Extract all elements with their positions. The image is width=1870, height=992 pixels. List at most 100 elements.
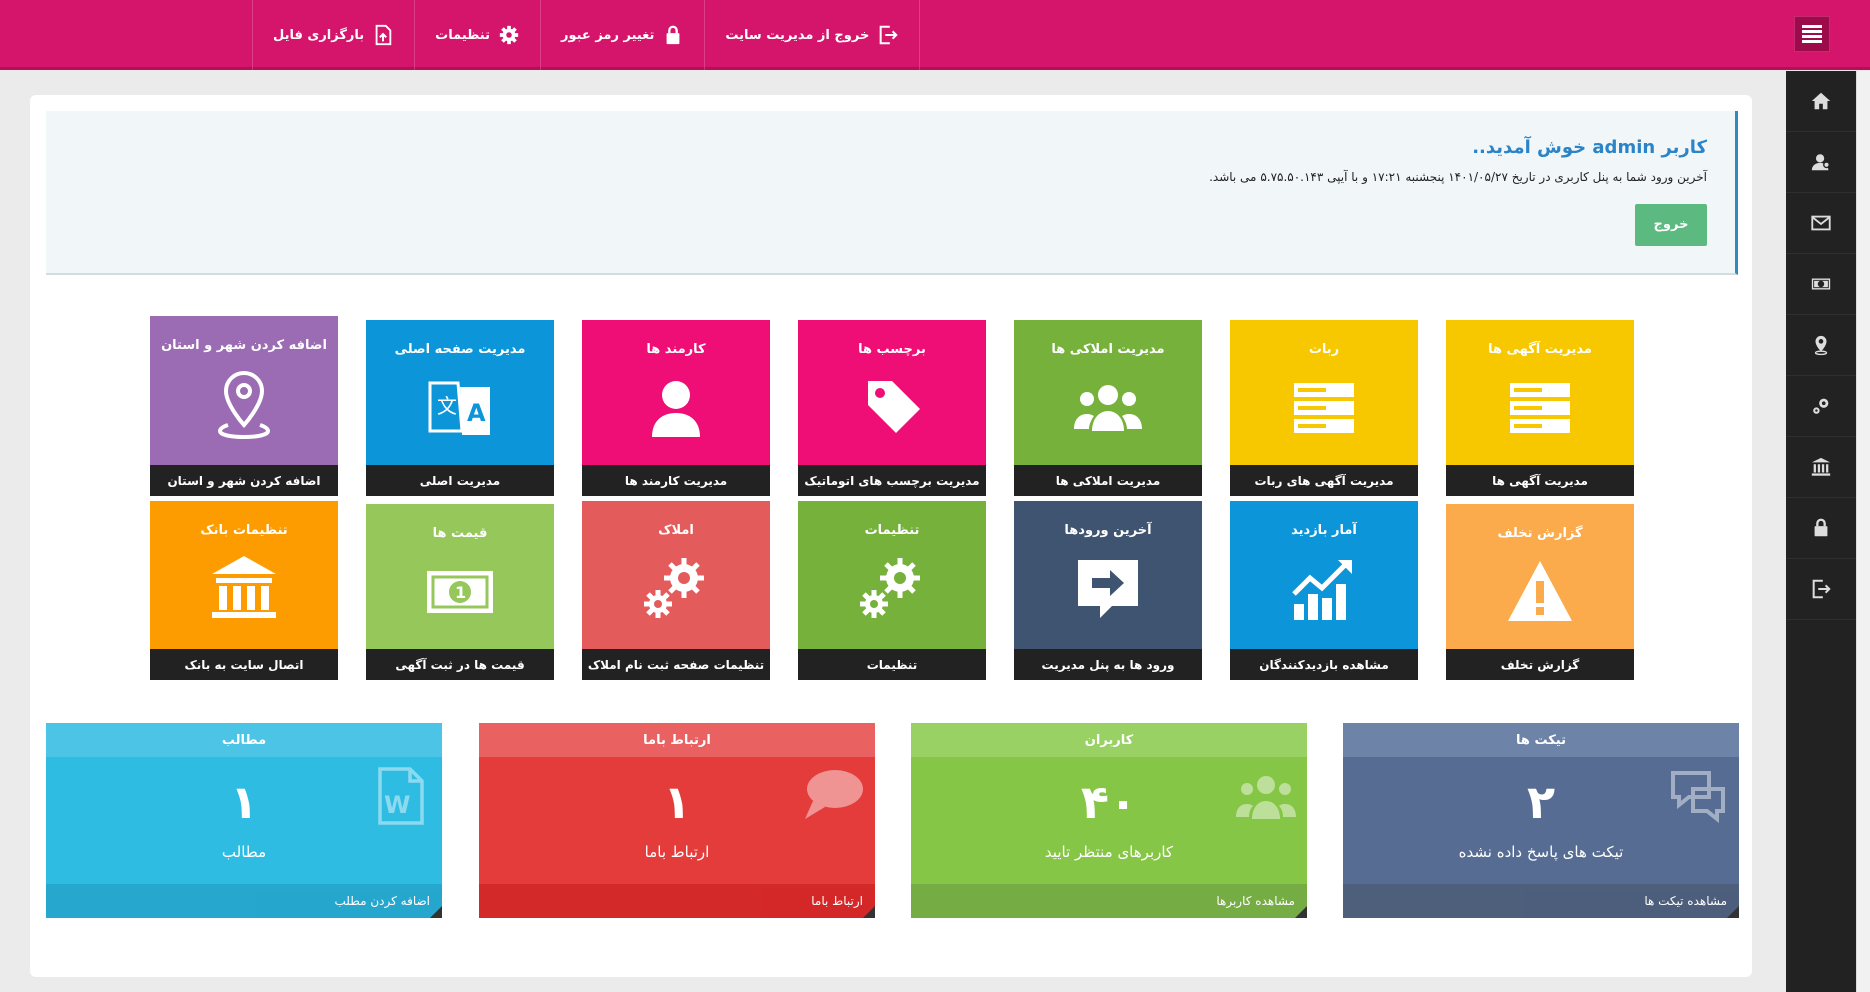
svg-text:1: 1	[455, 583, 466, 602]
tile-visit-stats[interactable]: آمار بازدید مشاهده بازدیدکنندگان	[1230, 501, 1418, 680]
envelope-icon	[1811, 215, 1831, 231]
stat-label: کاربرهای منتظر تایید	[1044, 843, 1174, 861]
sidebar-item-users[interactable]	[1786, 132, 1856, 193]
tile-bank-settings[interactable]: تنظیمات بانک اتصال سایت به بانک	[150, 501, 338, 680]
tile-footer: مدیریت املاکی ها	[1014, 465, 1202, 496]
map-pin-icon	[217, 370, 271, 439]
tile-top: مدیریت املاکی ها	[1014, 320, 1202, 465]
nav-settings[interactable]: تنظیمات	[415, 0, 541, 70]
tile-homepage[interactable]: مدیریت صفحه اصلی 文A مدیریت اصلی	[366, 320, 554, 496]
tile-title: تنظیمات بانک	[200, 523, 288, 538]
users-group-icon	[1074, 385, 1142, 431]
tile-agencies[interactable]: مدیریت املاکی ها مدیریت املاکی ها	[1014, 320, 1202, 496]
tag-icon	[868, 381, 920, 433]
stat-body: ۲ تیکت های پاسخ داده نشده	[1343, 757, 1739, 884]
stat-body: ۱ ارتباط باما	[479, 757, 875, 884]
tile-top: تنظیمات	[798, 501, 986, 649]
sidebar-item-home[interactable]	[1786, 71, 1856, 132]
welcome-title: کاربر admin خوش آمدید..	[1472, 137, 1707, 158]
home-icon	[1811, 92, 1831, 110]
sidebar-item-messages[interactable]	[1786, 193, 1856, 254]
tile-top: مدیریت آگهی ها	[1446, 320, 1634, 465]
stat-number: ۲	[1526, 775, 1556, 829]
tile-title: مدیریت آگهی ها	[1488, 342, 1592, 357]
welcome-box: کاربر admin خوش آمدید.. آخرین ورود شما ب…	[46, 111, 1738, 275]
sidebar-item-password[interactable]	[1786, 498, 1856, 559]
sidebar-item-bank[interactable]	[1786, 437, 1856, 498]
nav-upload-file-label: بارگزاری فایل	[273, 27, 365, 43]
tile-violation-report[interactable]: گزارش تخلف گزارش تخلف	[1446, 504, 1634, 680]
tile-top: مدیریت صفحه اصلی 文A	[366, 320, 554, 465]
stat-header: تیکت ها	[1343, 723, 1739, 757]
nav-logout-site-label: خروج از مدیریت سایت	[725, 27, 870, 43]
stat-box-tickets[interactable]: تیکت ها ۲ تیکت های پاسخ داده نشده مشاهده…	[1343, 723, 1739, 918]
stat-number: ۱	[662, 775, 692, 829]
stat-footer-link[interactable]: مشاهده کاربرها	[911, 884, 1307, 918]
menu-toggle-button[interactable]	[1794, 16, 1830, 52]
list-icon	[1294, 383, 1354, 433]
nav-change-password[interactable]: تغییر رمز عبور	[541, 0, 706, 70]
tile-footer: مدیریت آگهی های ربات	[1230, 465, 1418, 496]
list-icon	[1510, 383, 1570, 433]
tile-footer: اتصال سایت به بانک	[150, 649, 338, 680]
page-scrollbar[interactable]	[1856, 71, 1870, 992]
money-bill-icon: 1	[427, 571, 493, 613]
tile-footer: مدیریت اصلی	[366, 465, 554, 496]
stat-box-users[interactable]: کاربران ۴۰ کاربرهای منتظر تایید مشاهده ک…	[911, 723, 1307, 918]
sign-out-icon	[879, 25, 898, 45]
map-marker-icon	[1814, 335, 1828, 356]
tile-footer: قیمت ها در ثبت آگهی	[366, 649, 554, 680]
tile-top: کارمند ها	[582, 320, 770, 465]
logout-button[interactable]: خروج	[1635, 204, 1707, 246]
tile-footer: تنظیمات	[798, 649, 986, 680]
tile-add-city[interactable]: اضافه کردن شهر و استان اضافه کردن شهر و …	[150, 316, 338, 496]
arrow-chat-icon	[1078, 560, 1138, 618]
tile-footer: مدیریت آگهی ها	[1446, 465, 1634, 496]
sidebar-item-payments[interactable]	[1786, 254, 1856, 315]
tile-robot[interactable]: ربات مدیریت آگهی های ربات	[1230, 320, 1418, 496]
stat-box-articles[interactable]: مطالب ۱ مطالب W اضافه کردن مطلب	[46, 723, 442, 918]
stat-corner	[1727, 906, 1739, 918]
stat-header: مطالب	[46, 723, 442, 757]
tile-employees[interactable]: کارمند ها مدیریت کارمند ها	[582, 320, 770, 496]
tile-footer: تنظیمات صفحه ثبت نام املاک	[582, 649, 770, 680]
nav-upload-file[interactable]: بارگزاری فایل	[252, 0, 416, 70]
tile-top: اضافه کردن شهر و استان	[150, 316, 338, 465]
tile-top: برچسب ها	[798, 320, 986, 465]
stat-number: ۱	[229, 775, 259, 829]
gears-icon	[644, 558, 704, 618]
sidebar-item-logout[interactable]	[1786, 559, 1856, 620]
translate-icon: 文A	[428, 381, 490, 435]
money-icon	[1811, 278, 1831, 290]
stat-label: ارتباط باما	[644, 843, 710, 861]
tile-tags[interactable]: برچسب ها مدیریت برچسب های اتوماتیک	[798, 320, 986, 496]
tile-last-logins[interactable]: آخرین ورودها ورود ها به پنل مدیریت	[1014, 501, 1202, 680]
stat-footer-link[interactable]: ارتباط باما	[479, 884, 875, 918]
stat-corner	[1295, 906, 1307, 918]
tile-title: تنظیمات	[864, 523, 920, 538]
speech-bubble-icon	[805, 770, 863, 819]
comments-icon	[1671, 771, 1725, 824]
tile-title: املاک	[658, 523, 694, 538]
stat-body: ۴۰ کاربرهای منتظر تایید	[911, 757, 1307, 884]
stat-box-contact[interactable]: ارتباط باما ۱ ارتباط باما ارتباط باما	[479, 723, 875, 918]
right-sidebar	[1786, 71, 1856, 992]
tile-title: اضافه کردن شهر و استان	[161, 338, 327, 353]
nav-logout-site[interactable]: خروج از مدیریت سایت	[705, 0, 921, 70]
top-nav: بارگزاری فایل تنظیمات تغییر رمز عبور خرو…	[252, 0, 921, 70]
tile-footer: مدیریت برچسب های اتوماتیک	[798, 465, 986, 496]
file-upload-icon	[375, 24, 392, 46]
stat-header: ارتباط باما	[479, 723, 875, 757]
tile-prices[interactable]: قیمت ها 1 قیمت ها در ثبت آگهی	[366, 504, 554, 680]
tile-estates[interactable]: املاک تنظیمات صفحه ثبت نام املاک	[582, 501, 770, 680]
tile-title: مدیریت املاکی ها	[1051, 342, 1165, 357]
tile-settings[interactable]: تنظیمات تنظیمات	[798, 501, 986, 680]
user-icon	[1811, 154, 1830, 171]
sidebar-item-settings[interactable]	[1786, 376, 1856, 437]
tile-ads-management[interactable]: مدیریت آگهی ها مدیریت آگهی ها	[1446, 320, 1634, 496]
stat-footer-link[interactable]: اضافه کردن مطلب	[46, 884, 442, 918]
menu-list-icon	[1802, 25, 1822, 43]
stat-footer-link[interactable]: مشاهده تیکت ها	[1343, 884, 1739, 918]
tile-title: گزارش تخلف	[1497, 526, 1583, 541]
sidebar-item-locations[interactable]	[1786, 315, 1856, 376]
